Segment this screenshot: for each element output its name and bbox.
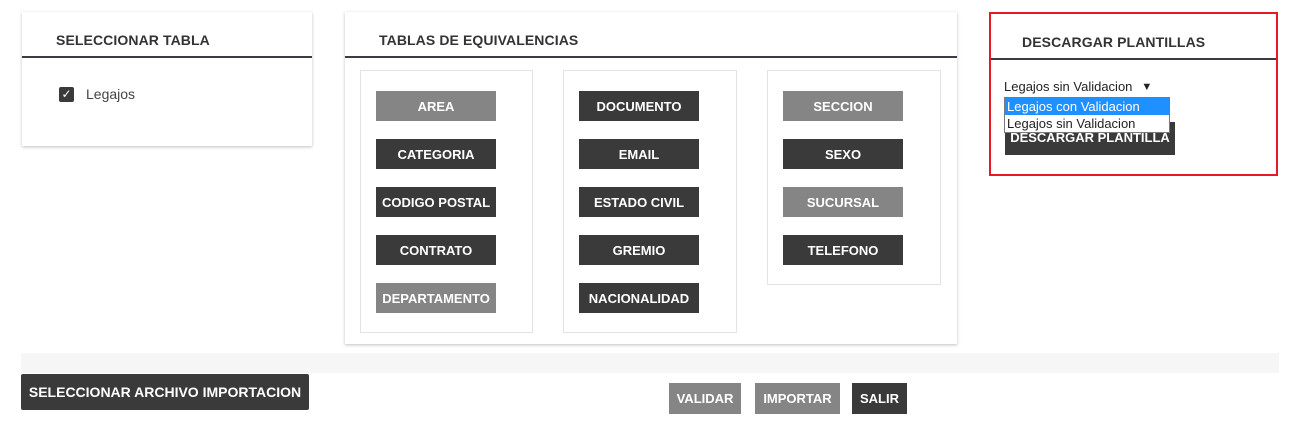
sucursal-button[interactable]: SUCURSAL [783, 187, 903, 217]
template-dropdown-list[interactable]: Legajos con Validacion Legajos sin Valid… [1004, 97, 1170, 133]
triangle-down-icon[interactable]: ▼ [1141, 81, 1152, 93]
select-import-file-button[interactable]: SELECCIONAR ARCHIVO IMPORTACION [21, 374, 309, 410]
select-table-panel: SELECCIONAR TABLA [22, 12, 312, 146]
legajos-checkbox-row[interactable]: ✓ Legajos [59, 86, 135, 102]
contrato-button[interactable]: CONTRATO [376, 235, 496, 265]
import-button[interactable]: IMPORTAR [755, 383, 840, 414]
template-select[interactable]: Legajos sin Validacion ▼ [1004, 79, 1152, 94]
email-button[interactable]: EMAIL [579, 139, 699, 169]
legajos-checkbox[interactable]: ✓ [59, 86, 74, 102]
equivalence-tables-title: TABLAS DE EQUIVALENCIAS [345, 12, 957, 58]
nacionalidad-button[interactable]: NACIONALIDAD [579, 283, 699, 313]
download-templates-title: DESCARGAR PLANTILLAS [991, 14, 1276, 60]
validate-button[interactable]: VALIDAR [669, 383, 741, 414]
exit-button[interactable]: SALIR [852, 383, 907, 414]
gremio-button[interactable]: GREMIO [579, 235, 699, 265]
area-button[interactable]: AREA [376, 91, 496, 121]
documento-button[interactable]: DOCUMENTO [579, 91, 699, 121]
dropdown-option-con-validacion[interactable]: Legajos con Validacion [1005, 98, 1169, 115]
legajos-checkbox-label: Legajos [86, 86, 136, 102]
codigo-postal-button[interactable]: CODIGO POSTAL [376, 187, 496, 217]
categoria-button[interactable]: CATEGORIA [376, 139, 496, 169]
check-icon: ✓ [61, 86, 72, 101]
seccion-button[interactable]: SECCION [783, 91, 903, 121]
footer-bar [21, 353, 1279, 373]
telefono-button[interactable]: TELEFONO [783, 235, 903, 265]
template-select-value: Legajos sin Validacion [1004, 79, 1133, 94]
departamento-button[interactable]: DEPARTAMENTO [376, 283, 496, 313]
sexo-button[interactable]: SEXO [783, 139, 903, 169]
dropdown-option-sin-validacion[interactable]: Legajos sin Validacion [1005, 115, 1169, 132]
select-table-title: SELECCIONAR TABLA [22, 12, 312, 58]
estado-civil-button[interactable]: ESTADO CIVIL [579, 187, 699, 217]
